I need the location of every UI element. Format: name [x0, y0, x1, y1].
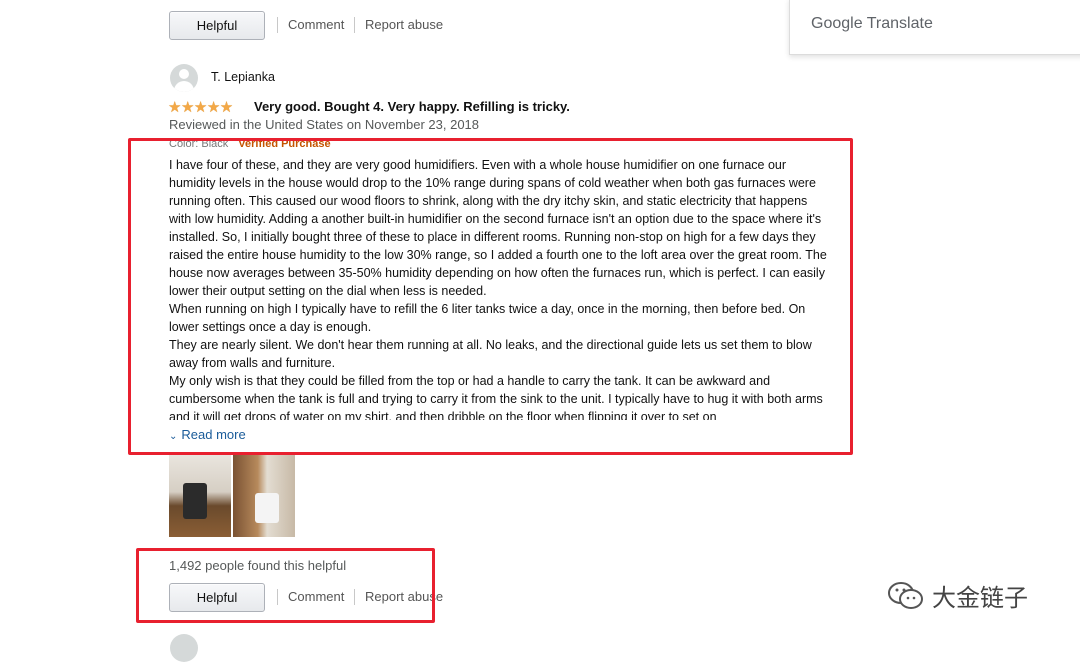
wechat-icon — [888, 581, 923, 609]
watermark-text: 大金链子 — [932, 584, 1028, 612]
next-reviewer-avatar — [170, 634, 198, 662]
watermark: 大金链子 — [886, 578, 1028, 613]
star-rating[interactable]: ★★★★★ — [168, 98, 233, 116]
review-image-2[interactable] — [233, 455, 295, 537]
review-image-1[interactable] — [169, 455, 231, 537]
review-date: Reviewed in the United States on Novembe… — [169, 117, 480, 132]
helpful-button-previous[interactable]: Helpful — [169, 11, 265, 40]
reviewer-name[interactable]: T. Lepianka — [211, 70, 275, 84]
review-title[interactable]: Very good. Bought 4. Very happy. Refilli… — [254, 99, 570, 114]
comment-link-previous[interactable]: Comment — [288, 17, 344, 32]
divider — [277, 17, 278, 33]
reviewer-avatar — [170, 64, 198, 92]
previous-review-text-clip — [168, 0, 308, 2]
report-abuse-link-previous[interactable]: Report abuse — [365, 17, 443, 32]
highlight-box-review-body — [128, 138, 853, 455]
divider — [354, 17, 355, 33]
google-translate-label: Google Translate — [811, 15, 933, 32]
highlight-box-helpful — [136, 548, 435, 623]
google-translate-widget[interactable]: Google Translate — [789, 0, 1080, 55]
